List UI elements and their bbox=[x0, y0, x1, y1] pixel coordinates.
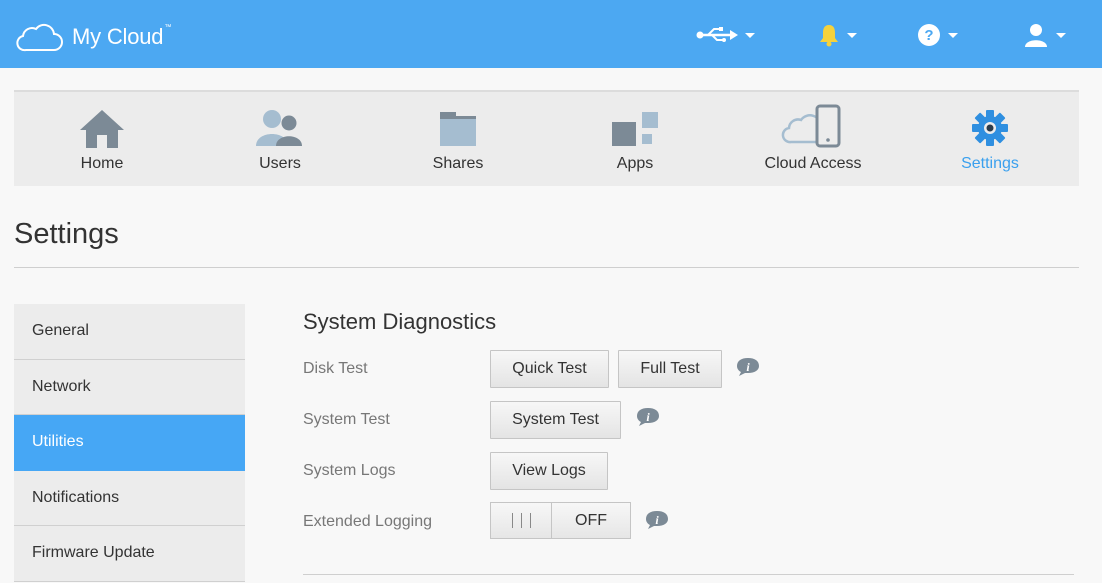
nav-shares-label: Shares bbox=[432, 155, 484, 172]
extended-logging-label: Extended Logging bbox=[303, 513, 432, 530]
svg-text:?: ? bbox=[924, 27, 933, 44]
nav-home[interactable]: Home bbox=[32, 92, 172, 186]
user-icon bbox=[1025, 24, 1047, 47]
sidebar-item-notifications[interactable]: Notifications bbox=[14, 470, 245, 526]
title-divider bbox=[14, 267, 1079, 268]
cloud-logo-icon bbox=[16, 23, 63, 52]
cloud-access-icon bbox=[781, 104, 841, 148]
chevron-down-icon bbox=[948, 32, 958, 38]
sidebar-item-utilities[interactable]: Utilities bbox=[14, 415, 245, 471]
info-icon[interactable]: i bbox=[736, 357, 760, 377]
disk-test-label: Disk Test bbox=[303, 360, 368, 377]
chevron-down-icon bbox=[745, 32, 755, 38]
nav-users[interactable]: Users bbox=[210, 92, 350, 186]
quick-test-button[interactable]: Quick Test bbox=[490, 350, 609, 388]
user-menu-button[interactable] bbox=[1023, 18, 1066, 52]
section-title: System Diagnostics bbox=[303, 309, 497, 334]
top-header-bar: My Cloud™ ? bbox=[0, 0, 1102, 68]
nav-settings[interactable]: Settings bbox=[920, 92, 1060, 186]
shares-icon bbox=[440, 112, 476, 146]
toggle-state-label: OFF bbox=[575, 511, 607, 529]
usb-icon bbox=[696, 27, 738, 42]
system-logs-label: System Logs bbox=[303, 462, 396, 479]
nav-cloud-access-label: Cloud Access bbox=[764, 155, 862, 172]
info-icon[interactable]: i bbox=[636, 407, 660, 427]
usb-menu-button[interactable] bbox=[696, 18, 755, 52]
my-cloud-logo[interactable]: My Cloud™ bbox=[14, 20, 171, 54]
nav-cloud-access[interactable]: Cloud Access bbox=[743, 92, 883, 186]
system-test-button[interactable]: System Test bbox=[490, 401, 621, 439]
info-icon[interactable]: i bbox=[645, 510, 669, 530]
view-logs-button[interactable]: View Logs bbox=[490, 452, 608, 490]
home-icon bbox=[80, 110, 124, 148]
page-title: Settings bbox=[14, 218, 119, 250]
brand-name: My Cloud™ bbox=[72, 24, 172, 49]
nav-settings-label: Settings bbox=[961, 155, 1019, 172]
sidebar-item-firmware-update[interactable]: Firmware Update bbox=[14, 526, 245, 582]
nav-apps-label: Apps bbox=[616, 155, 654, 172]
apps-icon bbox=[612, 112, 658, 146]
bell-icon bbox=[820, 25, 838, 47]
help-icon: ? bbox=[918, 24, 940, 46]
nav-shares[interactable]: Shares bbox=[388, 92, 528, 186]
extended-logging-toggle[interactable]: OFF bbox=[490, 502, 631, 539]
nav-apps[interactable]: Apps bbox=[565, 92, 705, 186]
chevron-down-icon bbox=[1056, 32, 1066, 38]
settings-sidebar: General Network Utilities Notifications … bbox=[14, 304, 245, 582]
chevron-down-icon bbox=[847, 32, 857, 38]
help-menu-button[interactable]: ? bbox=[917, 18, 958, 52]
sidebar-item-general[interactable]: General bbox=[14, 304, 245, 360]
notifications-menu-button[interactable] bbox=[818, 18, 857, 52]
settings-gear-icon bbox=[972, 110, 1008, 146]
users-icon bbox=[256, 110, 302, 146]
main-navigation: Home Users Shares Apps Cloud Access Sett… bbox=[14, 90, 1079, 186]
sidebar-item-network[interactable]: Network bbox=[14, 359, 245, 415]
system-test-label: System Test bbox=[303, 411, 390, 428]
nav-home-label: Home bbox=[80, 155, 124, 172]
toggle-handle[interactable] bbox=[491, 503, 552, 538]
nav-users-label: Users bbox=[259, 155, 301, 172]
full-test-button[interactable]: Full Test bbox=[618, 350, 722, 388]
section-divider bbox=[303, 574, 1074, 575]
